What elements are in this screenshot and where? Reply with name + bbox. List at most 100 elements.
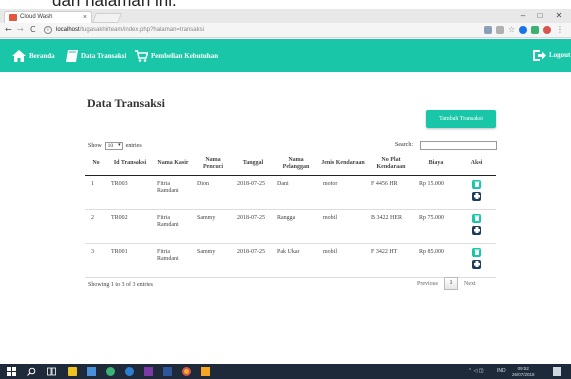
app-green-icon[interactable] <box>106 367 115 376</box>
extension-icon[interactable] <box>496 26 504 34</box>
table-header-row: No Id Transaksi Nama Kasir Nama Pencuci … <box>85 153 496 176</box>
cell-plat: F 4456 HR <box>367 175 415 210</box>
cell-id: TR001 <box>107 243 153 278</box>
trash-icon <box>474 249 479 255</box>
app-blue-icon[interactable] <box>125 367 134 376</box>
clock[interactable]: 09:52 26/07/2018 <box>512 366 535 377</box>
new-tab-button[interactable] <box>92 13 122 23</box>
cell-jenis: motor <box>319 175 367 210</box>
caption-text: dan halaman ini. <box>52 0 177 9</box>
table-row: 2 TR002 Fitria Ramdani Sammy 2018-07-25 … <box>85 209 496 244</box>
extension-red-icon[interactable] <box>543 26 551 34</box>
cell-jenis: mobil <box>319 243 367 278</box>
column-header[interactable]: Nama Kasir <box>153 153 193 176</box>
print-button[interactable] <box>472 191 481 201</box>
windows-start-icon[interactable] <box>7 367 16 376</box>
logout-icon <box>533 49 546 61</box>
tray-icons[interactable]: ⌃ ◁ ◫ <box>468 364 484 379</box>
page-1-button[interactable]: 1 <box>444 277 458 290</box>
extension-blue-icon[interactable] <box>519 26 527 34</box>
column-header[interactable]: No <box>85 153 107 176</box>
reload-button[interactable]: C <box>30 24 36 36</box>
trash-icon <box>474 181 479 187</box>
extension-green-icon[interactable] <box>531 26 539 34</box>
back-button[interactable]: ← <box>5 24 12 36</box>
star-icon[interactable]: ☆ <box>508 26 516 34</box>
cart-icon <box>135 50 148 62</box>
cell-aksi <box>457 175 496 210</box>
browser-tabbar: Cloud Wash × – □ ✕ <box>0 9 571 23</box>
logout-button[interactable]: Logout <box>533 48 570 62</box>
column-header[interactable]: No Plat Kendaraan <box>367 153 415 176</box>
store-icon[interactable] <box>68 367 77 376</box>
url-path: /tugasakhirteam/index.php?halaman=transa… <box>79 27 204 33</box>
table-row: 1 TR003 Fitria Ramdani Dion 2018-07-25 D… <box>85 175 496 210</box>
cell-no: 2 <box>85 209 107 244</box>
info-icon[interactable]: i <box>44 26 52 34</box>
cell-no: 1 <box>85 175 107 210</box>
print-icon <box>473 227 480 233</box>
app-orange-icon[interactable] <box>201 367 210 376</box>
cell-biaya: Rp 15.000 <box>415 175 457 210</box>
maximize-button[interactable]: □ <box>533 11 547 21</box>
search-input[interactable] <box>420 141 497 150</box>
column-header[interactable]: Aksi <box>457 153 496 176</box>
print-button[interactable] <box>472 225 481 235</box>
cell-id: TR003 <box>107 175 153 210</box>
search-label: Search: <box>395 142 413 148</box>
next-button[interactable]: Next <box>464 281 476 287</box>
print-button[interactable] <box>472 259 481 269</box>
delete-button[interactable] <box>472 213 481 223</box>
column-header[interactable]: Tanggal <box>233 153 273 176</box>
tab-close-icon[interactable]: × <box>83 12 87 23</box>
explorer-icon[interactable] <box>87 367 96 376</box>
app-purple-icon[interactable] <box>144 367 153 376</box>
logout-label: Logout <box>549 51 571 59</box>
forward-button[interactable]: → <box>17 24 24 36</box>
window-close-button[interactable]: ✕ <box>552 11 566 21</box>
column-header[interactable]: Biaya <box>415 153 457 176</box>
key-icon[interactable] <box>484 26 492 34</box>
clock-date: 26/07/2018 <box>512 371 535 377</box>
search-icon[interactable] <box>27 367 36 376</box>
address-bar[interactable]: i localhost/tugasakhirteam/index.php?hal… <box>44 25 464 36</box>
column-header[interactable]: Nama Pelanggan <box>273 153 319 176</box>
cell-tanggal: 2018-07-25 <box>233 209 273 244</box>
home-icon <box>12 50 26 62</box>
entries-control: Show 10 entries <box>88 142 142 150</box>
entries-select[interactable]: 10 <box>104 142 123 150</box>
chrome-icon[interactable] <box>182 367 191 376</box>
nav-item-beranda[interactable]: Beranda <box>12 49 55 63</box>
show-label: Show <box>88 143 102 149</box>
task-view-icon[interactable] <box>47 367 56 376</box>
previous-button[interactable]: Previous <box>417 281 438 287</box>
word-icon[interactable] <box>163 367 172 376</box>
column-header[interactable]: Id Transaksi <box>107 153 153 176</box>
cell-no: 3 <box>85 243 107 278</box>
print-icon <box>473 193 480 199</box>
cell-kasir: Fitria Ramdani <box>153 209 193 244</box>
entries-label: entries <box>125 143 142 149</box>
book-icon <box>66 50 78 62</box>
cell-plat: F 3422 HT <box>367 243 415 278</box>
notification-icon[interactable] <box>553 367 561 376</box>
nav-item-data-transaksi[interactable]: Data Transaksi <box>66 49 126 63</box>
cell-kasir: Fitria Ramdani <box>153 175 193 210</box>
delete-button[interactable] <box>472 179 481 189</box>
nav-item-pembelian[interactable]: Pembelian Kebutuhan <box>135 49 218 63</box>
cell-pencuci: Dion <box>193 175 233 210</box>
tab-title: Cloud Wash <box>20 14 53 20</box>
column-header[interactable]: Jenis Kendaraan <box>319 153 367 176</box>
column-header[interactable]: Nama Pencuci <box>193 153 233 176</box>
delete-button[interactable] <box>472 247 481 257</box>
cell-pelanggan: Rangga <box>273 209 319 244</box>
favicon-icon <box>9 14 17 21</box>
browser-tab[interactable]: Cloud Wash × <box>4 11 92 23</box>
table-info: Showing 1 to 3 of 3 entries <box>88 282 153 288</box>
cell-jenis: mobil <box>319 209 367 244</box>
menu-icon[interactable]: ⋮ <box>556 26 564 34</box>
minimize-button[interactable]: – <box>516 11 530 21</box>
cell-pencuci: Sammy <box>193 209 233 244</box>
add-transaction-button[interactable]: Tambah Transaksi <box>426 110 496 128</box>
language-indicator[interactable]: IND <box>497 364 506 379</box>
